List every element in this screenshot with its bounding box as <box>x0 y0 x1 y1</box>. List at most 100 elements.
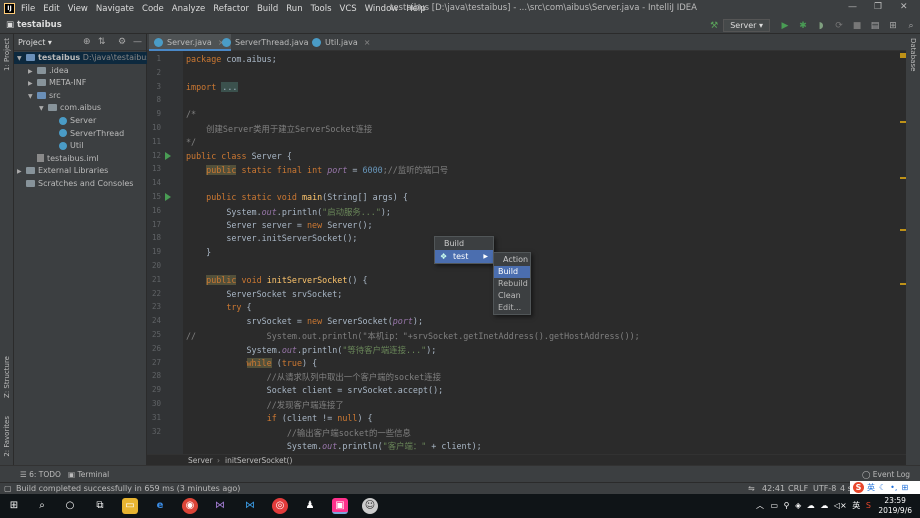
todo-tab[interactable]: ☰ 6: TODO <box>20 470 61 479</box>
tray-sogou-icon[interactable]: S <box>866 501 871 510</box>
left-tool-strip: 1: Project Z: Structure 2: Favorites <box>0 34 14 465</box>
gear-icon[interactable]: ⚙ <box>118 37 126 47</box>
intellij-taskbar-icon[interactable]: ▣ <box>332 498 348 514</box>
ime-toolbar[interactable]: S 英 ☾ •, ⊞ <box>850 481 920 494</box>
project-view-select[interactable]: Project ▾ <box>18 38 52 47</box>
structure-tool-tab[interactable]: Z: Structure <box>3 356 11 398</box>
tree-item[interactable]: Util <box>14 140 147 152</box>
code-editor[interactable]: package com.aibus; import ... /* 创建Server类… <box>183 51 899 454</box>
close-tab-icon[interactable]: × <box>364 38 371 47</box>
tray-usb-icon[interactable]: ⚲ <box>784 501 790 510</box>
close-button[interactable]: ✕ <box>900 2 908 12</box>
task-view-icon[interactable]: ⧉ <box>92 498 108 514</box>
project-structure-icon[interactable]: ▤ <box>869 20 881 32</box>
tray-battery-icon[interactable]: ▭ <box>771 501 779 510</box>
windows-start-icon[interactable]: ⊞ <box>6 498 22 514</box>
menu-view[interactable]: View <box>68 4 88 14</box>
minimize-button[interactable]: — <box>848 2 857 12</box>
file-encoding[interactable]: UTF-8 <box>813 484 836 493</box>
code-line: Socket client = srvSocket.accept(); <box>186 385 443 398</box>
search-icon[interactable]: ⌕ <box>905 20 917 32</box>
chrome-icon[interactable]: ◉ <box>182 498 198 514</box>
tree-item[interactable]: ▼ src <box>14 90 147 102</box>
file-explorer-icon[interactable]: ▭ <box>122 498 138 514</box>
project-tool-tab[interactable]: 1: Project <box>3 38 11 71</box>
tree-item[interactable]: Scratches and Consoles <box>14 178 147 190</box>
edge-icon[interactable]: e <box>152 498 168 514</box>
tree-item[interactable]: ▶ External Libraries <box>14 165 147 177</box>
tree-item[interactable]: ▶ META-INF <box>14 77 147 89</box>
tray-chevron-icon[interactable]: ︿ <box>756 501 764 510</box>
breadcrumb-project[interactable]: ▣ testaibus <box>6 20 62 30</box>
scope-icon[interactable]: ⊕ <box>83 37 91 47</box>
run-config-select[interactable]: Server ▾ <box>723 19 770 32</box>
expanded-arrow-icon[interactable]: ▼ <box>39 103 48 115</box>
breadcrumb-method[interactable]: initServerSocket() <box>225 456 292 465</box>
tree-item[interactable]: ▼ testaibus D:\java\testaibus <box>14 52 151 65</box>
line-separator[interactable]: CRLF <box>788 484 808 493</box>
tray-onedrive-icon[interactable]: ☁ <box>807 501 815 510</box>
menu-navigate[interactable]: Navigate <box>96 4 134 14</box>
editor-scrollbar[interactable] <box>899 51 906 454</box>
action-rebuild-item[interactable]: Rebuild <box>494 278 530 290</box>
cortana-icon[interactable]: ○ <box>62 498 78 514</box>
tray-app-icon[interactable]: ◈ <box>795 501 801 510</box>
tree-item[interactable]: ▼ com.aibus <box>14 102 147 114</box>
caret-position[interactable]: 42:41 <box>762 484 785 493</box>
collapsed-arrow-icon[interactable]: ▶ <box>28 66 37 78</box>
collapse-icon[interactable]: ⇅ <box>98 37 106 47</box>
menu-code[interactable]: Code <box>142 4 164 14</box>
profile-icon[interactable]: ⟳ <box>833 20 845 32</box>
stop-icon[interactable]: ■ <box>851 20 863 32</box>
artifact-test-item[interactable]: ❖ test ▶ <box>435 250 493 263</box>
menu-build[interactable]: Build <box>257 4 278 14</box>
action-edit-item[interactable]: Edit... <box>494 302 530 314</box>
netease-music-icon[interactable]: ◎ <box>272 498 288 514</box>
tree-item[interactable]: ServerThread <box>14 128 147 140</box>
tree-item[interactable]: Server <box>14 115 147 127</box>
event-log-tab[interactable]: ◯ Event Log <box>862 470 910 479</box>
vscode-icon[interactable]: ⋈ <box>242 498 258 514</box>
menu-edit[interactable]: Edit <box>43 4 59 14</box>
status-message[interactable]: Build completed successfully in 659 ms (… <box>16 484 240 493</box>
database-tool-tab[interactable]: Database <box>909 38 917 71</box>
menu-refactor[interactable]: Refactor <box>213 4 249 14</box>
status-toggle-icon[interactable]: ▢ <box>4 484 12 493</box>
menu-tools[interactable]: Tools <box>311 4 332 14</box>
menu-analyze[interactable]: Analyze <box>172 4 206 14</box>
tray-cloud-icon[interactable]: ☁ <box>820 501 828 510</box>
visual-studio-icon[interactable]: ⋈ <box>212 498 228 514</box>
debug-icon[interactable]: ✱ <box>797 20 809 32</box>
collapsed-arrow-icon[interactable]: ▶ <box>17 166 26 178</box>
qq-icon[interactable]: ♟ <box>302 498 318 514</box>
editor-tab[interactable]: Util.java × <box>307 34 376 51</box>
hide-icon[interactable]: — <box>133 37 142 47</box>
action-build-item[interactable]: Build <box>494 266 530 278</box>
run-gutter-icon[interactable] <box>165 193 171 201</box>
expanded-arrow-icon[interactable]: ▼ <box>28 91 37 103</box>
tray-volume-icon[interactable]: ◁× <box>834 501 847 510</box>
action-clean-item[interactable]: Clean <box>494 290 530 302</box>
menu-vcs[interactable]: VCS <box>340 4 357 14</box>
coverage-icon[interactable]: ◗ <box>815 20 827 32</box>
run-icon[interactable]: ▶ <box>779 20 791 32</box>
maximize-button[interactable]: ❐ <box>874 2 882 12</box>
tree-item[interactable]: ▶ .idea <box>14 65 147 77</box>
taskbar-clock[interactable]: 23:59 2019/9/6 <box>878 496 912 516</box>
breadcrumb-class[interactable]: Server <box>188 456 213 465</box>
run-gutter-icon[interactable] <box>165 151 171 160</box>
avatar-app-icon[interactable]: ☺ <box>362 498 378 514</box>
terminal-tab[interactable]: ▣ Terminal <box>68 470 109 479</box>
build-hammer-icon[interactable]: ⚒ <box>708 20 720 32</box>
menu-file[interactable]: File <box>21 4 35 14</box>
expanded-arrow-icon[interactable]: ▼ <box>17 53 26 65</box>
menu-run[interactable]: Run <box>286 4 302 14</box>
collapsed-arrow-icon[interactable]: ▶ <box>28 78 37 90</box>
favorites-tool-tab[interactable]: 2: Favorites <box>3 416 11 457</box>
taskbar-search-icon[interactable]: ⌕ <box>34 498 50 514</box>
code-line: ServerSocket srvSocket; <box>186 289 342 302</box>
tree-item[interactable]: testaibus.iml <box>14 153 147 165</box>
tray-lang[interactable]: 英 <box>852 501 860 510</box>
code-token: port <box>392 316 413 327</box>
layout-icon[interactable]: ⊞ <box>887 20 899 32</box>
